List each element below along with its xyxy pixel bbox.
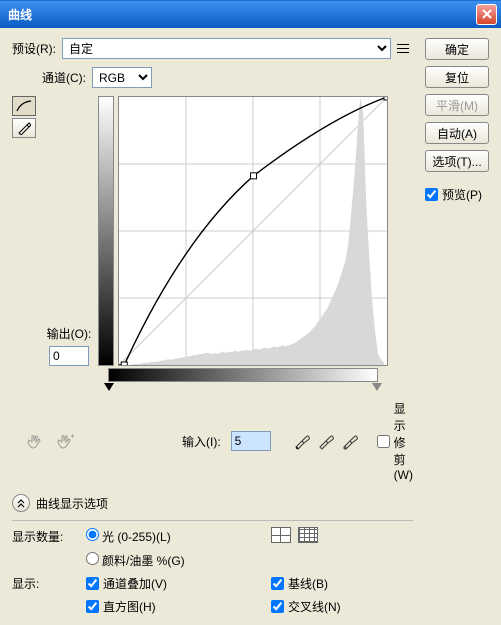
output-label: 输出(O):: [47, 325, 92, 342]
auto-button[interactable]: 自动(A): [425, 122, 489, 144]
reset-button[interactable]: 复位: [425, 66, 489, 88]
grid-fine-icon[interactable]: [298, 527, 318, 543]
show-label: 显示:: [12, 575, 72, 592]
hand-add-icon[interactable]: [24, 432, 46, 450]
input-label: 输入(I):: [182, 433, 221, 450]
preset-label: 预设(R):: [12, 40, 56, 57]
options-button[interactable]: 选项(T)...: [425, 150, 489, 172]
intersection-checkbox[interactable]: 交叉线(N): [271, 598, 413, 615]
curve-icon: [16, 100, 32, 112]
smooth-button[interactable]: 平滑(M): [425, 94, 489, 116]
curve-graph[interactable]: [118, 96, 388, 366]
output-input[interactable]: [49, 346, 89, 366]
chevrons-up-icon: [16, 498, 26, 508]
channel-select[interactable]: RGB: [92, 67, 152, 88]
show-clipping-checkbox[interactable]: 显示修剪(W): [377, 400, 413, 482]
black-point-slider[interactable]: [104, 383, 114, 391]
left-panel: 预设(R): 自定 通道(C): RGB: [12, 38, 413, 615]
light-radio[interactable]: 光 (0-255)(L): [86, 528, 257, 545]
hand-move-icon[interactable]: [54, 432, 76, 450]
pencil-icon: [17, 121, 31, 135]
pencil-tool-button[interactable]: [12, 118, 36, 138]
titlebar: 曲线: [0, 0, 501, 28]
ok-button[interactable]: 确定: [425, 38, 489, 60]
display-options-label: 曲线显示选项: [36, 495, 108, 512]
gray-eyedropper-icon[interactable]: [317, 432, 335, 450]
baseline-checkbox[interactable]: 基线(B): [271, 575, 413, 592]
pigment-radio[interactable]: 颜料/油墨 %(G): [86, 552, 257, 569]
preset-select[interactable]: 自定: [62, 38, 391, 59]
channel-label: 通道(C):: [42, 69, 86, 86]
divider: [12, 520, 413, 521]
curve-path: [119, 97, 387, 365]
collapse-options-button[interactable]: [12, 494, 30, 512]
white-eyedropper-icon[interactable]: [341, 432, 359, 450]
histogram-checkbox[interactable]: 直方图(H): [86, 598, 257, 615]
black-eyedropper-icon[interactable]: [293, 432, 311, 450]
preview-checkbox[interactable]: 预览(P): [425, 186, 489, 203]
preset-menu-icon[interactable]: [397, 41, 413, 57]
channel-overlay-checkbox[interactable]: 通道叠加(V): [86, 575, 257, 592]
curve-tool-button[interactable]: [12, 96, 36, 116]
grid-coarse-icon[interactable]: [271, 527, 291, 543]
vertical-gradient: [98, 96, 114, 366]
right-panel: 确定 复位 平滑(M) 自动(A) 选项(T)... 预览(P): [425, 38, 489, 615]
input-input[interactable]: [231, 431, 271, 451]
close-button[interactable]: [476, 4, 497, 25]
close-icon: [482, 9, 492, 19]
horizontal-gradient[interactable]: [108, 368, 378, 382]
amount-label: 显示数量:: [12, 528, 72, 545]
dialog-title: 曲线: [4, 6, 476, 23]
white-point-slider[interactable]: [372, 383, 382, 391]
